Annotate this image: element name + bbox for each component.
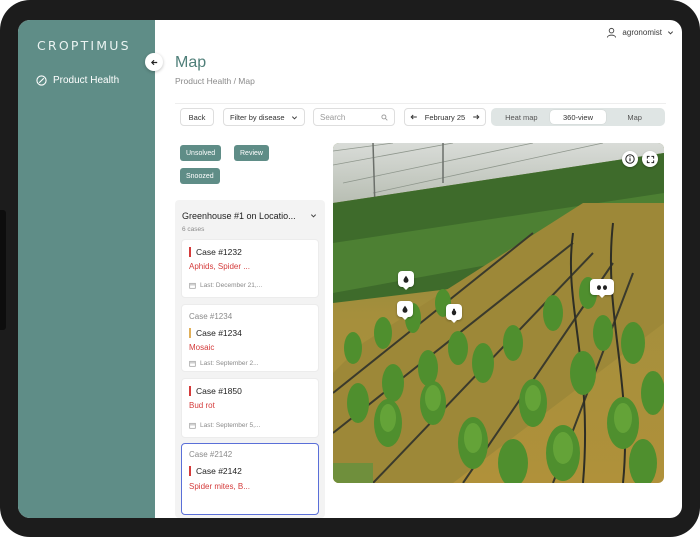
case-disease: Bud rot xyxy=(189,401,215,410)
sidebar-item-product-health[interactable]: Product Health xyxy=(36,75,119,86)
tab-map[interactable]: Map xyxy=(606,110,663,124)
chevron-down-icon xyxy=(291,115,298,119)
arrow-left-icon[interactable] xyxy=(410,113,418,121)
droplet-icon xyxy=(403,275,409,283)
case-card[interactable]: Case #1234 Case #1234 Mosaic Last: Septe… xyxy=(181,304,319,372)
disease-marker[interactable] xyxy=(446,304,462,323)
case-last-label: Last: December 21,... xyxy=(200,282,263,289)
case-id: Case #1850 xyxy=(189,386,242,396)
arrow-right-icon[interactable] xyxy=(472,113,480,121)
arrow-left-icon xyxy=(150,59,157,65)
sidebar-item-label: Product Health xyxy=(53,75,120,86)
search-icon xyxy=(381,113,388,121)
app-logo: CROPTIMUS xyxy=(37,38,131,53)
expand-icon xyxy=(646,155,654,163)
info-button[interactable] xyxy=(622,151,638,167)
calendar-icon xyxy=(189,360,196,367)
case-header: Case #2142 xyxy=(189,450,233,459)
breadcrumb[interactable]: Product Health / Map xyxy=(175,76,255,86)
disease-marker[interactable] xyxy=(398,271,414,290)
user-name: agronomist xyxy=(622,28,662,37)
fullscreen-button[interactable] xyxy=(642,151,658,167)
user-menu[interactable]: agronomist xyxy=(606,27,674,38)
tablet-frame: CROPTIMUS Product Health Map Product Hea… xyxy=(0,0,700,537)
app-screen: CROPTIMUS Product Health Map Product Hea… xyxy=(18,20,682,518)
filter-chip-snoozed[interactable]: Snoozed xyxy=(180,168,220,184)
disease-marker[interactable] xyxy=(590,279,614,298)
case-id: Case #2142 xyxy=(189,466,242,476)
case-card-selected[interactable]: Case #2142 Case #2142 Spider mites, B... xyxy=(181,443,319,515)
case-card[interactable]: Case #1850 Bud rot Last: September 5,... xyxy=(181,378,319,438)
case-id: Case #1232 xyxy=(189,247,242,257)
cases-panel: Greenhouse #1 on Locatio... 6 cases Case… xyxy=(175,200,325,518)
tab-heat-map[interactable]: Heat map xyxy=(493,110,550,124)
filter-by-disease-dropdown[interactable]: Filter by disease xyxy=(223,108,305,126)
case-last-seen: Last: December 21,... xyxy=(189,282,262,289)
back-button[interactable]: Back xyxy=(180,108,214,126)
sidebar: CROPTIMUS Product Health xyxy=(18,20,155,518)
user-icon xyxy=(607,27,617,38)
search-placeholder: Search xyxy=(320,112,346,122)
case-last-seen: Last: September 5,... xyxy=(189,422,260,429)
case-header: Case #1234 xyxy=(189,312,233,321)
tab-360-view[interactable]: 360-view xyxy=(549,110,607,124)
calendar-icon xyxy=(189,282,196,289)
page-title: Map xyxy=(175,54,207,71)
case-last-label: Last: September 5,... xyxy=(200,422,261,429)
greenhouse-360-view[interactable] xyxy=(333,143,664,483)
calendar-icon xyxy=(189,422,196,429)
greenhouse-photo xyxy=(333,143,664,483)
date-picker[interactable]: February 25 xyxy=(404,108,486,126)
filter-chip-unsolved[interactable]: Unsolved xyxy=(180,145,222,161)
disease-marker[interactable] xyxy=(397,301,413,320)
case-disease: Aphids, Spider ... xyxy=(189,262,250,271)
case-disease: Mosaic xyxy=(189,343,215,352)
chevron-down-icon xyxy=(667,31,674,35)
case-id: Case #1234 xyxy=(189,328,242,338)
case-last-label: Last: September 2... xyxy=(200,360,259,367)
filter-chip-review[interactable]: Review xyxy=(234,145,269,161)
bug-icon xyxy=(451,308,457,316)
search-input[interactable]: Search xyxy=(313,108,395,126)
leaf-icon xyxy=(36,75,47,86)
chevron-down-icon[interactable] xyxy=(310,212,317,219)
toolbar-divider xyxy=(175,103,666,104)
date-label: February 25 xyxy=(424,112,466,122)
collapse-sidebar-button[interactable] xyxy=(145,53,163,71)
bugs-icon xyxy=(597,285,607,290)
case-disease: Spider mites, B... xyxy=(189,482,250,491)
view-toggle: Heat map 360-view Map xyxy=(491,108,665,126)
case-count: 6 cases xyxy=(182,226,205,233)
device-side-button xyxy=(0,210,6,330)
info-icon xyxy=(625,154,635,164)
case-card[interactable]: Case #1232 Aphids, Spider ... Last: Dece… xyxy=(181,239,319,298)
filter-label: Filter by disease xyxy=(230,112,285,122)
case-last-seen: Last: September 2... xyxy=(189,360,259,367)
droplet-icon xyxy=(402,305,408,313)
greenhouse-title[interactable]: Greenhouse #1 on Locatio... xyxy=(182,211,307,221)
